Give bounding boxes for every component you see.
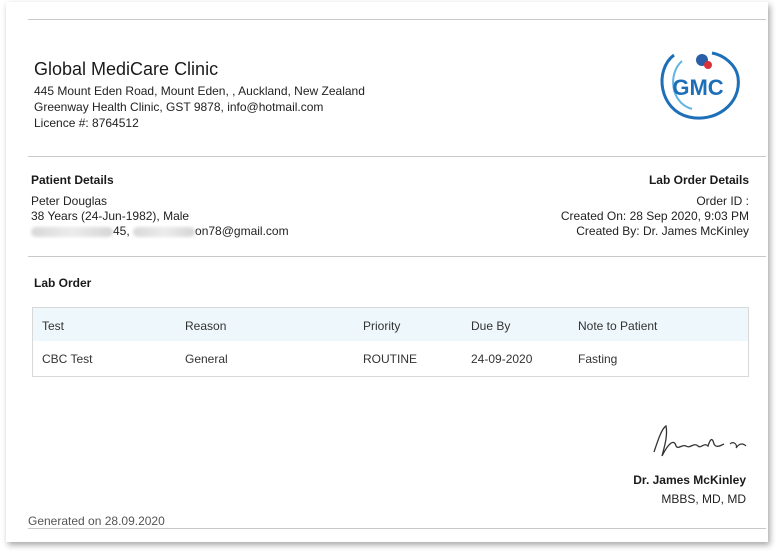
row-priority: ROUTINE (363, 352, 417, 366)
patient-name: Peter Douglas (31, 194, 108, 208)
order-id: Order ID : (696, 194, 749, 208)
row-due-by: 24-09-2020 (471, 352, 533, 366)
lab-order-table: Test Reason Priority Due By Note to Pati… (32, 307, 749, 377)
row-test: CBC Test (42, 352, 93, 366)
header-divider (28, 156, 766, 157)
details-divider (28, 256, 766, 257)
patient-details-title: Patient Details (31, 173, 114, 187)
clinic-licence: Licence #: 8764512 (34, 116, 139, 130)
generated-date: Generated on 28.09.2020 (28, 514, 165, 528)
col-header-note: Note to Patient (578, 319, 658, 333)
clinic-details: Greenway Health Clinic, GST 9878, info@h… (34, 100, 324, 114)
col-header-test: Test (42, 319, 65, 333)
logo-text: GMC (672, 75, 723, 100)
col-header-priority: Priority (363, 319, 401, 333)
col-header-reason: Reason (185, 319, 227, 333)
row-reason: General (185, 352, 228, 366)
prescription-sheet: Global MediCare Clinic 445 Mount Eden Ro… (6, 2, 768, 542)
doctor-signature (646, 422, 756, 462)
redacted-phone (31, 226, 113, 237)
patient-age-dob-sex: 38 Years (24-Jun-1982), Male (31, 209, 190, 223)
bottom-divider (28, 528, 766, 529)
top-divider (28, 19, 766, 20)
lab-order-title: Lab Order (34, 276, 92, 290)
doctor-qualifications: MBBS, MD, MD (661, 492, 746, 506)
doctor-name: Dr. James McKinley (633, 473, 746, 487)
patient-email-suffix: on78@gmail.com (195, 224, 289, 238)
col-header-due-by: Due By (471, 319, 511, 333)
created-by: Created By: Dr. James McKinley (576, 224, 749, 238)
lab-order-details-title: Lab Order Details (648, 173, 749, 187)
clinic-logo: GMC (654, 45, 744, 125)
patient-phone-suffix: 45, (113, 224, 130, 238)
clinic-name: Global MediCare Clinic (34, 59, 219, 79)
clinic-address: 445 Mount Eden Road, Mount Eden, , Auckl… (34, 84, 365, 98)
row-note: Fasting (578, 352, 618, 366)
created-on: Created On: 28 Sep 2020, 9:03 PM (560, 209, 749, 223)
redacted-email (133, 226, 196, 237)
patient-contact: 45, on78@gmail.com (31, 224, 289, 238)
